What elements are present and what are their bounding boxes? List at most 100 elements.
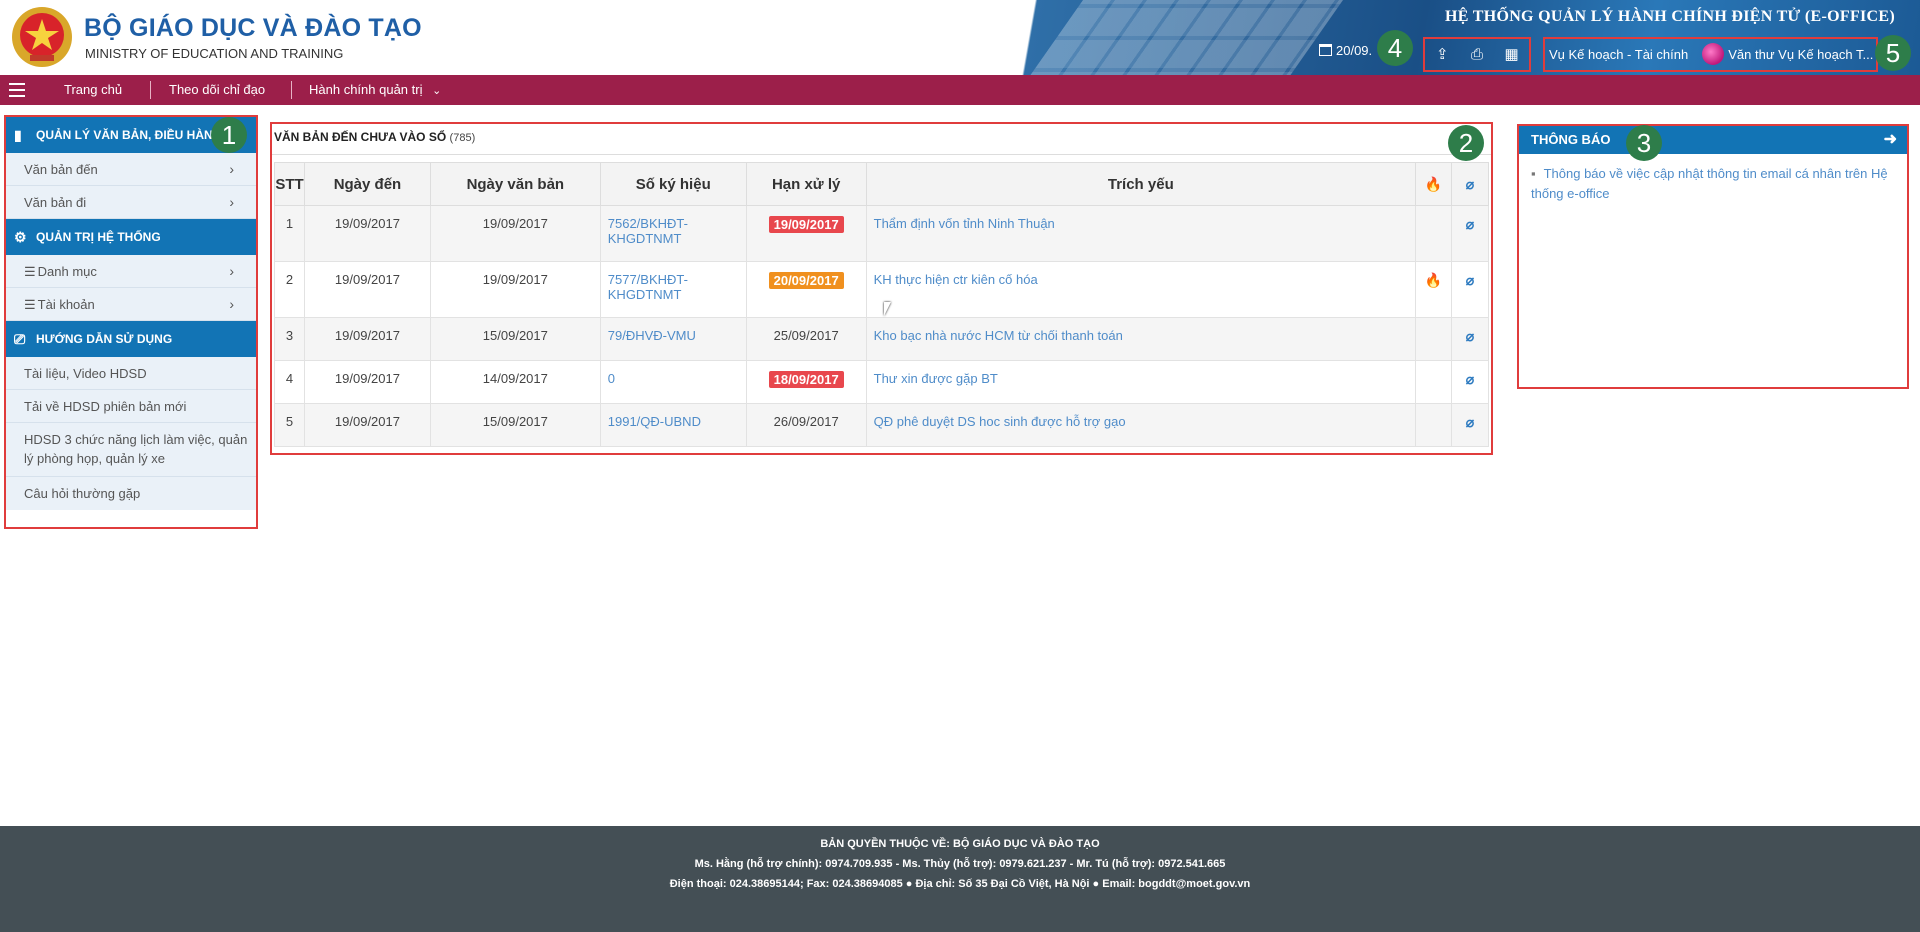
cell-urgent [1415, 360, 1452, 404]
sidebar-item-guide-3-functions[interactable]: HDSD 3 chức năng lịch làm việc, quản lý … [6, 423, 256, 477]
header-date: 20/09. [1319, 43, 1372, 58]
sidebar-item-label: Văn bản đi [24, 195, 87, 210]
col-header-doc-date[interactable]: Ngày văn bản [429, 162, 601, 206]
annotation-marker-4: 4 [1377, 30, 1413, 66]
cell-ref-number[interactable]: 1991/QĐ-UBND [599, 403, 747, 447]
cell-summary[interactable]: QĐ phê duyệt DS hoc sinh được hỗ trợ gạo [865, 403, 1417, 447]
org-name-en: MINISTRY OF EDUCATION AND TRAINING [85, 46, 344, 61]
printer-icon[interactable]: ⎙ [1467, 45, 1487, 65]
sidebar-item-download-guide[interactable]: Tải về HDSD phiên bản mới [6, 390, 256, 423]
doc-count: (785) [449, 132, 476, 144]
annotation-marker-5: 5 [1875, 35, 1911, 71]
cell-summary[interactable]: Thẩm định vốn tỉnh Ninh Thuận [865, 205, 1417, 262]
list-icon: ☰ [24, 297, 36, 312]
notice-item[interactable]: ▪ Thông báo về việc cập nhật thông tin em… [1531, 164, 1895, 204]
col-header-summary[interactable]: Trích yếu [865, 162, 1417, 206]
annotation-marker-3: 3 [1626, 125, 1662, 161]
cell-stt: 2 [274, 261, 305, 318]
cell-ref-number[interactable]: 79/ĐHVĐ-VMU [599, 317, 747, 361]
col-header-ref-number[interactable]: Số ký hiệu [599, 162, 747, 206]
section-title: QUẢN TRỊ HỆ THỐNG [36, 230, 161, 244]
table-row[interactable]: 2 19/09/2017 19/09/2017 7577/BKHĐT-KHGDTNMT… [274, 261, 1490, 318]
cell-summary[interactable]: Thư xin được gặp BT [865, 360, 1417, 404]
calendar-clock-icon[interactable]: ▦ [1502, 45, 1522, 65]
col-header-stt: STT [274, 162, 305, 206]
paperclip-icon[interactable]: ⌀ [1466, 414, 1474, 430]
cell-deadline: 18/09/2017 [745, 360, 867, 404]
cell-attachment[interactable]: ⌀ [1450, 317, 1490, 361]
cell-stt: 3 [274, 317, 305, 361]
sidebar-item-outgoing[interactable]: Văn bản đi › [6, 186, 256, 219]
sidebar-item-label: Danh mục [37, 264, 97, 279]
chevron-right-icon: › [229, 161, 234, 177]
sidebar-item-label: Văn bản đến [24, 162, 98, 177]
cell-ref-number[interactable]: 7562/BKHĐT-KHGDTNMT [599, 205, 747, 262]
cell-summary[interactable]: KH thực hiện ctr kiên cố hóa [865, 261, 1417, 318]
cell-received-date: 19/09/2017 [303, 403, 431, 447]
fire-icon: 🔥 [1424, 175, 1443, 192]
guide-icon: ⎚ [14, 331, 26, 347]
cell-stt: 4 [274, 360, 305, 404]
paperclip-icon[interactable]: ⌀ [1466, 328, 1474, 344]
cell-ref-number[interactable]: 7577/BKHĐT-KHGDTNMT [599, 261, 747, 318]
user-info[interactable]: Vụ Kế hoạch - Tài chính Văn thư Vụ Kế hoạ… [1543, 37, 1878, 72]
sidebar-section-guide[interactable]: ⎚ HƯỚNG DẪN SỬ DỤNG [6, 321, 256, 357]
paperclip-icon[interactable]: ⌀ [1466, 371, 1474, 387]
cell-urgent [1415, 205, 1452, 262]
sidebar-item-label: Tài khoản [37, 297, 95, 312]
cell-attachment[interactable]: ⌀ [1450, 360, 1490, 404]
footer-contact: Điện thoại: 024.38695144; Fax: 024.38694… [669, 878, 1251, 890]
arrow-right-icon[interactable]: ➜ [1884, 126, 1897, 154]
section-title: QUẢN LÝ VĂN BẢN, ĐIỀU HÀNH [36, 128, 222, 142]
table-row[interactable]: 1 19/09/2017 19/09/2017 7562/BKHĐT-KHGDTNMT… [274, 205, 1490, 262]
cell-attachment[interactable]: ⌀ [1450, 261, 1490, 318]
hamburger-menu-icon[interactable] [9, 83, 25, 97]
nav-item-home[interactable]: Trang chủ [64, 82, 122, 97]
avatar [1702, 43, 1725, 65]
col-header-received-date[interactable]: Ngày đến [303, 162, 431, 206]
cell-urgent [1415, 403, 1452, 447]
cell-attachment[interactable]: ⌀ [1450, 403, 1490, 447]
footer-support: Ms. Hằng (hỗ trợ chính): 0974.709.935 - … [694, 858, 1226, 870]
user-name: Văn thư Vụ Kế hoạch T... [1728, 47, 1874, 62]
bullet-icon: ▪ [1531, 166, 1536, 181]
chevron-right-icon: › [229, 194, 234, 210]
cell-deadline: 20/09/2017 [745, 261, 867, 318]
nav-item-admin-label: Hành chính quản trị [309, 82, 423, 97]
footer-copyright: BẢN QUYỀN THUỘC VỀ: BỘ GIÁO DỤC VÀ ĐÀO T… [820, 838, 1100, 850]
cell-ref-number[interactable]: 0 [599, 360, 747, 404]
table-row[interactable]: 4 19/09/2017 14/09/2017 0 18/09/2017 Thư xin … [274, 360, 1490, 404]
sidebar-item-label: HDSD 3 chức năng lịch làm việc, quản lý … [24, 432, 248, 466]
cell-attachment[interactable]: ⌀ [1450, 205, 1490, 262]
cell-doc-date: 15/09/2017 [429, 317, 601, 361]
sidebar-section-system[interactable]: ⚙ QUẢN TRỊ HỆ THỐNG [6, 219, 256, 255]
upload-icon[interactable]: ⇪ [1432, 45, 1452, 65]
header: BỘ GIÁO DỤC VÀ ĐÀO TẠO MINISTRY OF EDUCA… [0, 0, 1920, 75]
cell-doc-date: 19/09/2017 [429, 205, 601, 262]
sidebar-item-faq[interactable]: Câu hỏi thường gặp [6, 477, 256, 510]
cell-stt: 1 [274, 205, 305, 262]
notice-panel: THÔNG BÁO ➜ ▪ Thông báo về việc cập nhật t… [1517, 124, 1909, 389]
sidebar-item-docs-video[interactable]: Tài liệu, Video HDSD [6, 357, 256, 390]
fire-icon: 🔥 [1424, 272, 1443, 288]
notice-header[interactable]: THÔNG BÁO ➜ [1519, 126, 1907, 154]
table-row[interactable]: 3 19/09/2017 15/09/2017 79/ĐHVĐ-VMU 25/09/20… [274, 317, 1490, 361]
sidebar-item-catalog[interactable]: ☰ Danh mục › [6, 255, 256, 288]
annotation-marker-1: 1 [211, 117, 247, 153]
table-row[interactable]: 5 19/09/2017 15/09/2017 1991/QĐ-UBND 26/09/2… [274, 403, 1490, 447]
notice-list: ▪ Thông báo về việc cập nhật thông tin em… [1519, 154, 1907, 214]
sidebar-item-accounts[interactable]: ☰ Tài khoản › [6, 288, 256, 321]
col-header-deadline[interactable]: Hạn xử lý [745, 162, 867, 206]
sidebar-item-incoming[interactable]: Văn bản đến › [6, 153, 256, 186]
nav-item-follow[interactable]: Theo dõi chỉ đạo [169, 82, 265, 97]
nav-separator [291, 81, 292, 99]
paperclip-icon: ⌀ [1465, 175, 1475, 192]
paperclip-icon[interactable]: ⌀ [1466, 272, 1474, 288]
mouse-cursor [884, 302, 898, 316]
nav-item-admin[interactable]: Hành chính quản trị ⌄ [309, 82, 441, 97]
cell-received-date: 19/09/2017 [303, 360, 431, 404]
cell-summary[interactable]: Kho bạc nhà nước HCM từ chối thanh toán [865, 317, 1417, 361]
deadline-badge: 19/09/2017 [768, 216, 844, 233]
paperclip-icon[interactable]: ⌀ [1466, 216, 1474, 232]
section-title: HƯỚNG DẪN SỬ DỤNG [36, 332, 173, 346]
